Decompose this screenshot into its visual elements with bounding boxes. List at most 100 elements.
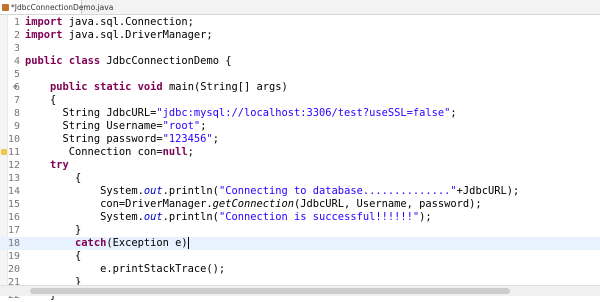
code-line[interactable]: 7 { (0, 94, 600, 107)
code-line[interactable]: 12 try (0, 159, 600, 172)
code-token: System. (25, 185, 144, 197)
line-number: 8 (13, 108, 20, 119)
string-token: "Connection is successful!!!!!!" (218, 211, 420, 223)
code-token: String JdbcURL= (25, 107, 157, 119)
code-token: getConnection (212, 198, 294, 210)
line-number: 18 (8, 238, 21, 249)
line-number: 14 (8, 186, 21, 197)
scrollbar-thumb[interactable] (30, 288, 510, 294)
code-token: Connection con= (25, 146, 163, 158)
code-token: System. (25, 211, 144, 223)
code-token: ); (419, 211, 432, 223)
keyword-token: import (25, 16, 63, 28)
code-text[interactable]: { (25, 250, 81, 263)
code-token: { (25, 94, 57, 106)
code-token: e.printStackTrace(); (25, 263, 226, 275)
text-cursor: ​ (187, 237, 189, 249)
code-line[interactable]: 10 String password="123456"; (0, 133, 600, 146)
code-token: java.sql.Connection; (62, 16, 194, 28)
code-text[interactable]: try (25, 159, 69, 172)
code-token: { (25, 172, 82, 184)
code-text[interactable]: catch(Exception e)​ (25, 237, 189, 250)
code-token: +JdbcURL); (456, 185, 520, 197)
code-line[interactable]: 17 } (0, 224, 600, 237)
fold-toggle-icon[interactable]: ⊖ (13, 84, 20, 91)
line-number: 17 (8, 225, 21, 236)
code-text[interactable]: Connection con=null; (25, 146, 194, 159)
code-text[interactable]: { (25, 172, 81, 185)
warning-icon[interactable] (1, 149, 7, 155)
code-token: .println( (162, 211, 219, 223)
code-text[interactable]: import java.sql.Connection; (25, 16, 194, 29)
keyword-token: public (25, 55, 63, 67)
code-token: ; (200, 120, 207, 132)
code-line[interactable]: 15 con=DriverManager.getConnection(JdbcU… (0, 198, 600, 211)
line-number: 15 (8, 199, 21, 210)
code-text[interactable]: String password="123456"; (25, 133, 219, 146)
horizontal-scrollbar[interactable] (0, 285, 600, 296)
line-number: 2 (13, 30, 20, 41)
code-line[interactable]: 19 { (0, 250, 600, 263)
code-token: String Username= (25, 120, 163, 132)
keyword-token: try (50, 159, 69, 171)
code-token: JdbcConnectionDemo { (100, 55, 232, 67)
java-file-icon (2, 3, 9, 11)
line-number: 11 (8, 147, 21, 158)
code-line[interactable]: 20 e.printStackTrace(); (0, 263, 600, 276)
code-token: java.sql.DriverManager; (62, 29, 213, 41)
code-line[interactable]: 3 (0, 42, 600, 55)
line-number: 19 (8, 251, 21, 262)
editor-tab-bar: *JdbcConnectionDemo.java (0, 0, 600, 15)
keyword-token: public (50, 81, 88, 93)
code-line[interactable]: 9 String Username="root"; (0, 120, 600, 133)
code-line[interactable]: 5 (0, 68, 600, 81)
line-number: 20 (8, 264, 21, 275)
code-text[interactable]: import java.sql.DriverManager; (25, 29, 213, 42)
code-token: (JdbcURL, Username, password); (294, 198, 482, 210)
code-text[interactable]: { (25, 94, 56, 107)
code-line[interactable]: 14 System.out.println("Connecting to dat… (0, 185, 600, 198)
string-token: "jdbc:mysql://localhost:3306/test?useSSL… (156, 107, 451, 119)
line-number: 16 (8, 212, 21, 223)
code-text[interactable]: } (25, 224, 81, 237)
code-token: con=DriverManager. (25, 198, 213, 210)
code-text[interactable]: String Username="root"; (25, 120, 207, 133)
code-token: ; (450, 107, 457, 119)
string-token: "123456" (162, 133, 213, 145)
code-token: } (25, 224, 82, 236)
code-line[interactable]: 4 public class JdbcConnectionDemo { (0, 55, 600, 68)
code-text[interactable]: System.out.println("Connecting to databa… (25, 185, 519, 198)
code-text[interactable]: public class JdbcConnectionDemo { (25, 55, 231, 68)
code-text[interactable]: con=DriverManager.getConnection(JdbcURL,… (25, 198, 482, 211)
code-line[interactable]: 11 Connection con=null; (0, 146, 600, 159)
code-text[interactable]: System.out.println("Connection is succes… (25, 211, 432, 224)
keyword-token: void (137, 81, 163, 93)
line-number: 10 (8, 134, 21, 145)
keyword-token: null (162, 146, 188, 158)
line-number: 4 (13, 56, 20, 67)
code-line[interactable]: 6 public static void main(String[] args) (0, 81, 600, 94)
line-number: 5 (13, 69, 20, 80)
string-token: "Connecting to database.............." (218, 185, 457, 197)
code-line[interactable]: 18 catch(Exception e)​ (0, 237, 600, 250)
line-number: 3 (13, 43, 20, 54)
code-token: out (143, 211, 163, 223)
tab-jdbc-connection-demo[interactable]: *JdbcConnectionDemo.java (0, 0, 113, 14)
code-token: out (143, 185, 163, 197)
code-line[interactable]: 16 System.out.println("Connection is suc… (0, 211, 600, 224)
code-text[interactable]: e.printStackTrace(); (25, 263, 225, 276)
code-token: ; (187, 146, 194, 158)
keyword-token: import (25, 29, 63, 41)
line-number: 9 (13, 121, 20, 132)
code-line[interactable]: 13 { (0, 172, 600, 185)
code-text[interactable]: public static void main(String[] args) (25, 81, 288, 94)
line-number: 12 (8, 160, 21, 171)
code-line[interactable]: 2 import java.sql.DriverManager; (0, 29, 600, 42)
code-line[interactable]: 8 String JdbcURL="jdbc:mysql://localhost… (0, 107, 600, 120)
code-token: (Exception e) (106, 237, 188, 249)
code-text[interactable]: String JdbcURL="jdbc:mysql://localhost:3… (25, 107, 457, 120)
code-line[interactable]: 1 import java.sql.Connection; (0, 16, 600, 29)
